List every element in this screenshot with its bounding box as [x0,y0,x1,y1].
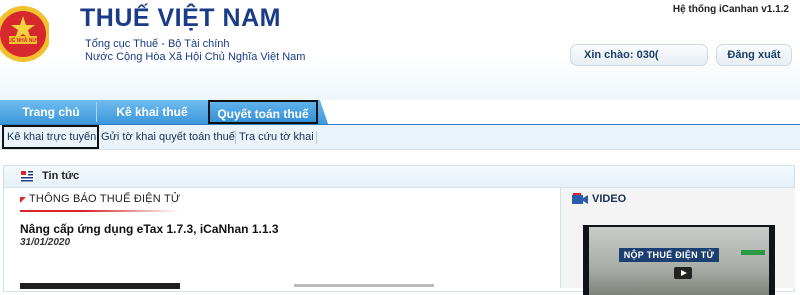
tab-home[interactable]: Trang chủ [7,100,95,124]
site-subtitle-country: Nước Cộng Hòa Xã Hội Chủ Nghĩa Việt Nam [85,51,306,63]
video-icon [572,193,588,204]
notice-heading: THÔNG BÁO THUẾ ĐIỆN TỬ [29,193,181,205]
user-greeting: Xin chào: 030( [570,44,708,66]
main-content: Tin tức THÔNG BÁO THUẾ ĐIỆN TỬ Nâng cấp … [3,165,795,295]
greeting-label: Xin chào: [584,49,634,61]
subnav-divider [316,131,317,144]
subnav-lookup-declaration[interactable]: Tra cứu tờ khai [239,125,314,149]
video-sign-text: NỘP THUẾ ĐIỆN TỬ [619,248,719,262]
red-bullet-icon [20,197,26,203]
subnav-divider [235,131,236,144]
main-navigation: Trang chủ Kê khai thuế Quyết toán thuế [0,100,800,125]
subnav-submit-finalization[interactable]: Gửi tờ khai quyết toán thuế [101,125,235,149]
subnav-online-declaration[interactable]: Kê khai trực tuyến [2,125,99,149]
tax-emblem-logo: THUẾ NHÀ NƯỚC [0,6,49,62]
sub-navigation: Kê khai trực tuyến Gửi tờ khai quyết toá… [0,125,800,150]
video-header: VIDEO [561,188,795,210]
article-thumbnail [20,283,180,289]
video-thumbnail-bar [741,250,765,255]
news-section-title: Tin tức [42,170,80,182]
news-header: Tin tức [4,166,794,188]
site-subtitle-agency: Tổng cục Thuế - Bộ Tài chính [85,38,230,50]
news-icon [20,170,34,182]
logout-button[interactable]: Đăng xuất [716,44,792,66]
article-date: 31/01/2020 [20,237,71,248]
header: THUẾ NHÀ NƯỚC THUẾ VIỆT NAM Tổng cục Thu… [0,0,800,100]
nav-end-cap [320,100,800,124]
notice-underline [20,210,180,212]
tab-tax-finalization[interactable]: Quyết toán thuế [208,100,318,124]
site-title: THUẾ VIỆT NAM [80,4,281,32]
tab-divider [96,102,97,122]
video-section-title: VIDEO [592,193,627,205]
video-player[interactable]: NỘP THUẾ ĐIỆN TỬ [583,225,775,295]
article-link[interactable]: Nâng cấp ứng dụng eTax 1.7.3, iCaNhan 1.… [20,222,279,236]
greeting-username: 030( [636,49,659,61]
tab-tax-declaration[interactable]: Kê khai thuế [98,100,206,124]
svg-text:THUẾ NHÀ NƯỚC: THUẾ NHÀ NƯỚC [2,36,45,44]
video-panel: VIDEO NỘP THUẾ ĐIỆN TỬ [560,188,795,295]
system-version-label: Hệ thống iCanhan v1.1.2 [672,4,789,15]
video-thumbnail: NỘP THUẾ ĐIỆN TỬ [589,227,769,295]
play-icon[interactable] [674,267,692,279]
